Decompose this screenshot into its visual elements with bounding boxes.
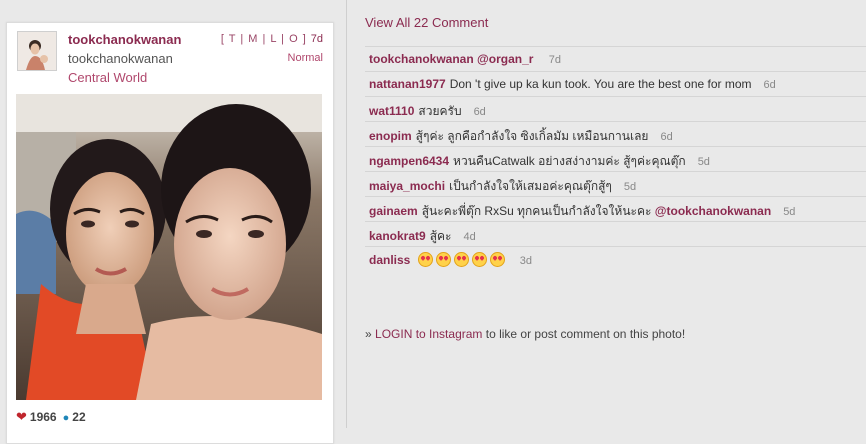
post-photo[interactable]: [16, 94, 322, 400]
comment-mention[interactable]: @tookchanokwanan: [655, 204, 771, 218]
post-stats: ❤ 1966 ● 22: [16, 409, 86, 425]
comment-age: 5d: [783, 206, 796, 218]
comment-age: 7d: [548, 54, 562, 66]
comment-age: 3d: [519, 255, 532, 267]
comment-text: สู้ๆค่ะ ลูกคือกำลังใจ ซิงเกิ้ลมัม เหมือน…: [415, 129, 649, 143]
comment-text: สู้นะคะพี่ตุ๊ก RxSu ทุกคนเป็นกำลังใจให้น…: [421, 204, 652, 218]
comment-text: Don 't give up ka kun took. You are the …: [449, 77, 752, 91]
comment-list: tookchanokwanan @organ_r 7d nattanan1977…: [365, 46, 866, 271]
comment-text: เป็นกำลังใจให้เสมอค่ะคุณตุ๊กสู้ๆ: [449, 179, 612, 193]
heart-icon[interactable]: ❤: [16, 409, 27, 424]
comment-user[interactable]: ngampen6434: [369, 154, 449, 168]
view-all-comments-link[interactable]: View All 22 Comment: [365, 15, 488, 30]
comment-text: สวยครับ: [418, 104, 462, 118]
comment-text: หวนคืนCatwalk อย่างสง่างามค่ะ สู้ๆค่ะคุณ…: [453, 154, 686, 168]
post-age: 7d: [310, 33, 323, 45]
login-prompt: » LOGIN to Instagram to like or post com…: [365, 327, 685, 341]
comment-user[interactable]: maiya_mochi: [369, 179, 445, 193]
comment-user[interactable]: enopim: [369, 129, 412, 143]
avatar[interactable]: [17, 31, 57, 71]
login-prefix: »: [365, 327, 372, 341]
size-links-label[interactable]: [ T | M | L | O ]: [221, 33, 307, 45]
comment-item: gainaem สู้นะคะพี่ตุ๊ก RxSu ทุกคนเป็นกำลั…: [365, 196, 866, 221]
heart-eyes-emoji-icon: [489, 252, 505, 267]
comment-item: tookchanokwanan @organ_r 7d: [365, 46, 866, 71]
comment-user[interactable]: danliss: [369, 253, 410, 267]
heart-eyes-emoji-icon: [417, 252, 433, 267]
comment-age: 6d: [763, 79, 776, 91]
comment-item: wat1110 สวยครับ 6d: [365, 96, 866, 121]
filter-name: Normal: [287, 52, 323, 64]
photo-card: tookchanokwanan tookchanokwanan Central …: [6, 22, 334, 444]
comment-emojis: [417, 252, 508, 267]
comment-mention[interactable]: @organ_r: [477, 52, 533, 66]
comment-user[interactable]: gainaem: [369, 204, 418, 218]
heart-eyes-emoji-icon: [471, 252, 487, 267]
post-username[interactable]: tookchanokwanan: [68, 32, 181, 47]
comment-item: danliss 3d: [365, 246, 866, 271]
comment-age: 5d: [697, 156, 710, 168]
likes-count: 1966: [29, 410, 57, 424]
comment-user[interactable]: tookchanokwanan: [369, 52, 474, 66]
comments-count: 22: [72, 410, 86, 424]
comment-item: kanokrat9 สู้คะ 4d: [365, 221, 866, 246]
comment-text: สู้คะ: [429, 229, 452, 243]
post-fullname: tookchanokwanan: [68, 51, 173, 66]
comment-age: 4d: [463, 231, 476, 243]
comment-item: enopim สู้ๆค่ะ ลูกคือกำลังใจ ซิงเกิ้ลมัม …: [365, 121, 866, 146]
heart-eyes-emoji-icon: [435, 252, 451, 267]
comment-age: 6d: [473, 106, 486, 118]
comment-item: ngampen6434 หวนคืนCatwalk อย่างสง่างามค่ะ…: [365, 146, 866, 171]
comment-age: 6d: [660, 131, 673, 143]
heart-eyes-emoji-icon: [453, 252, 469, 267]
comment-user[interactable]: kanokrat9: [369, 229, 426, 243]
column-divider: [346, 0, 347, 428]
comment-user[interactable]: wat1110: [369, 104, 414, 118]
size-links[interactable]: [ T | M | L | O ] 7d: [221, 33, 323, 45]
comment-age: 5d: [623, 181, 637, 193]
comment-item: maiya_mochi เป็นกำลังใจให้เสมอค่ะคุณตุ๊กส…: [365, 171, 866, 196]
login-link[interactable]: LOGIN to Instagram: [375, 327, 482, 341]
post-location[interactable]: Central World: [68, 70, 147, 85]
comment-item: nattanan1977 Don 't give up ka kun took. …: [365, 71, 866, 96]
login-suffix: to like or post comment on this photo!: [485, 327, 686, 341]
comment-user[interactable]: nattanan1977: [369, 77, 446, 91]
speech-bubble-icon[interactable]: ●: [63, 412, 70, 424]
